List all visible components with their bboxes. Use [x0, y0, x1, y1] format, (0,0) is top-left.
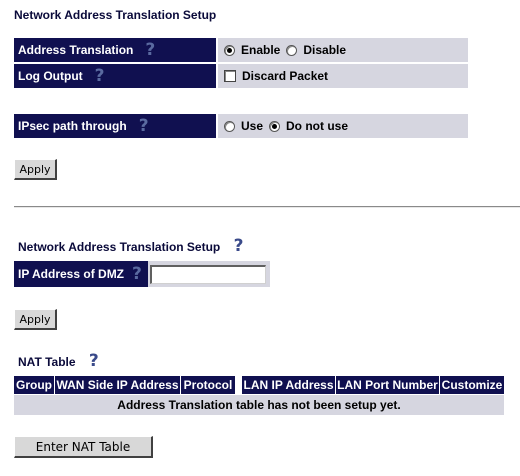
- dmz-section-title: Network Address Translation Setup ?: [18, 238, 244, 255]
- ipsec-label-cell: IPsec path through ?: [14, 114, 216, 138]
- address-translation-label-cell: Address Translation ?: [14, 38, 216, 62]
- dmz-ip-label: IP Address of DMZ: [18, 267, 125, 281]
- col-group: Group: [14, 376, 54, 394]
- nat-table-empty-row: Address Translation table has not been s…: [14, 395, 504, 415]
- do-not-use-radio[interactable]: [269, 120, 281, 132]
- log-output-label-cell: Log Output ?: [14, 64, 216, 88]
- use-radio-option[interactable]: Use: [224, 119, 263, 133]
- do-not-use-radio-option[interactable]: Do not use: [269, 119, 348, 133]
- enable-radio[interactable]: [224, 44, 235, 56]
- dmz-ip-input[interactable]: [150, 265, 266, 284]
- section-divider: [14, 206, 520, 208]
- discard-packet-checkbox[interactable]: [224, 70, 236, 82]
- help-question-icon[interactable]: ?: [139, 118, 149, 135]
- do-not-use-label: Do not use: [286, 119, 349, 133]
- help-question-icon[interactable]: ?: [95, 68, 105, 85]
- use-radio[interactable]: [224, 120, 235, 132]
- col-customize: Customize: [440, 376, 504, 394]
- ipsec-label: IPsec path through: [18, 119, 127, 133]
- nat-table-title-text: NAT Table: [18, 355, 76, 369]
- disable-radio[interactable]: [286, 44, 298, 56]
- dmz-label-cell: IP Address of DMZ ?: [14, 261, 148, 287]
- disable-radio-option[interactable]: Disable: [286, 43, 346, 57]
- help-question-icon[interactable]: ?: [145, 42, 155, 59]
- enable-label: Enable: [241, 43, 281, 57]
- dmz-apply-button[interactable]: Apply: [14, 309, 57, 330]
- use-label: Use: [241, 119, 264, 133]
- help-question-icon[interactable]: ?: [132, 266, 142, 283]
- address-translation-label: Address Translation: [18, 43, 134, 57]
- col-lan-port: LAN Port Number: [336, 376, 439, 394]
- page-title: Network Address Translation Setup: [14, 8, 217, 22]
- col-wan-ip: WAN Side IP Address: [55, 376, 180, 394]
- enable-radio-option[interactable]: Enable: [224, 43, 280, 57]
- help-question-icon[interactable]: ?: [89, 353, 99, 370]
- discard-packet-option[interactable]: Discard Packet: [224, 69, 328, 83]
- col-lan-ip: LAN IP Address: [242, 376, 335, 394]
- help-question-icon[interactable]: ?: [234, 238, 244, 255]
- discard-packet-label: Discard Packet: [242, 69, 329, 83]
- dmz-title-text: Network Address Translation Setup: [18, 240, 221, 254]
- enter-nat-table-button[interactable]: Enter NAT Table: [14, 436, 153, 458]
- log-output-options: Discard Packet: [218, 64, 468, 88]
- apply-button[interactable]: Apply: [14, 159, 57, 180]
- col-protocol: Protocol: [181, 376, 235, 394]
- ipsec-options: Use Do not use: [218, 114, 468, 138]
- nat-table-title: NAT Table ?: [18, 353, 99, 370]
- address-translation-options: Enable Disable: [218, 38, 468, 62]
- disable-label: Disable: [303, 43, 347, 57]
- log-output-label: Log Output: [18, 69, 83, 83]
